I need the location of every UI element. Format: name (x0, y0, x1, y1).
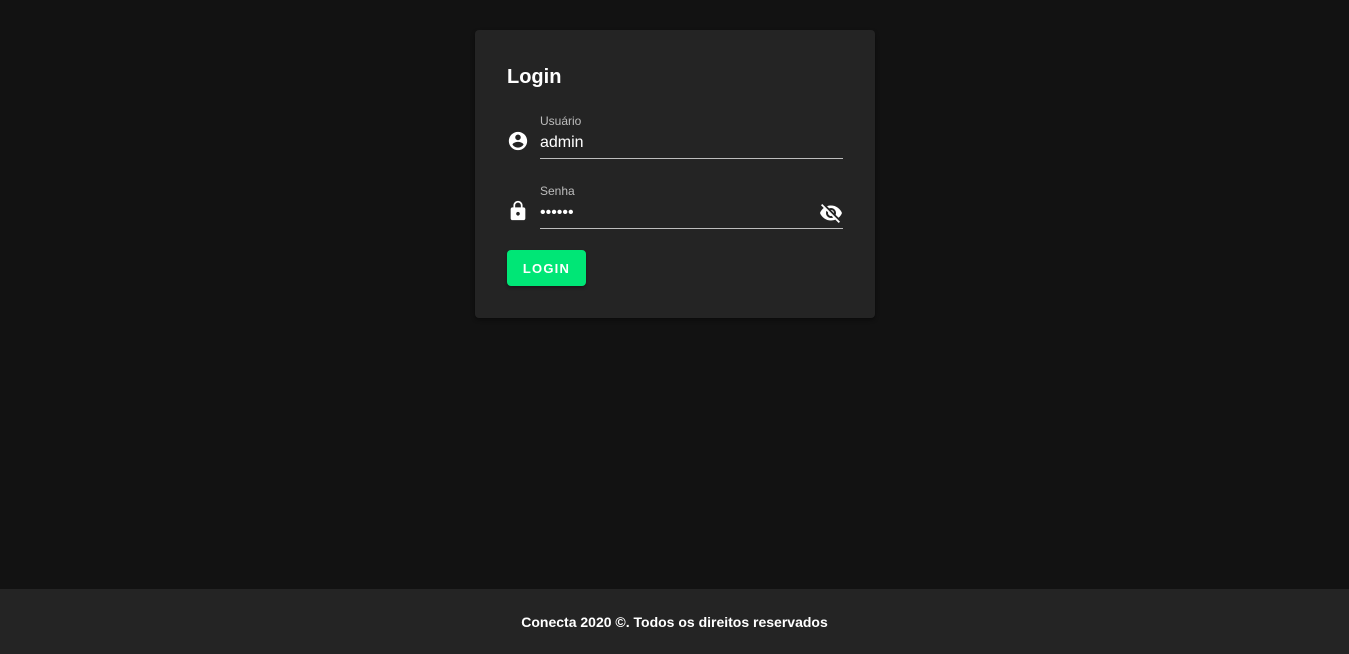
password-field: Senha (507, 184, 843, 234)
password-input[interactable] (540, 201, 843, 229)
username-input[interactable] (540, 131, 843, 159)
login-page: Login Usuário Senha LOGIN Conecta 2020 ©… (0, 0, 1349, 654)
username-field: Usuário (507, 114, 843, 164)
lock-icon (507, 200, 529, 222)
username-label: Usuário (540, 114, 581, 128)
footer: Conecta 2020 ©. Todos os direitos reserv… (0, 589, 1349, 654)
account-circle-icon (507, 130, 529, 152)
password-label: Senha (540, 184, 575, 198)
login-card: Login Usuário Senha LOGIN (475, 30, 875, 318)
eye-off-icon[interactable] (819, 201, 843, 225)
login-button[interactable]: LOGIN (507, 250, 586, 286)
login-title: Login (507, 66, 561, 89)
footer-copyright: Conecta 2020 ©. Todos os direitos reserv… (521, 614, 828, 630)
